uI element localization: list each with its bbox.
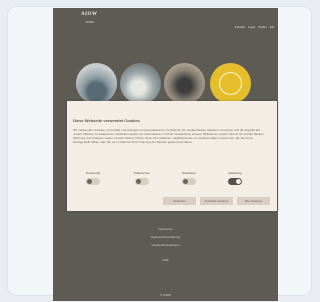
toggle-marketing: Marketing [220, 171, 250, 191]
toggle-marketing-switch[interactable] [228, 178, 242, 185]
cookie-consent-dialog: Diese Webseite verwendet Cookies Wir ver… [67, 101, 277, 211]
category-image-2[interactable] [120, 63, 161, 104]
decline-button[interactable]: Ablehnen [163, 197, 196, 205]
toggle-statistics-label: Statistiken [182, 171, 196, 175]
toggle-necessary: Notwendig [78, 171, 108, 191]
footer-link-privacy[interactable]: Datenschutzerklärung [53, 235, 278, 239]
cookie-dialog-text: Wir verwenden Cookies, um Inhalte und An… [73, 128, 265, 144]
allow-all-button[interactable]: Alle zulassen [237, 197, 270, 205]
footer-link-cookie-settings[interactable]: Cookie-Einstellungen [53, 243, 278, 247]
cookie-dialog-title: Diese Webseite verwendet Cookies [73, 118, 140, 123]
footer-link-terms[interactable]: AGB [53, 258, 278, 262]
allow-selection-button[interactable]: Auswahl erlauben [200, 197, 233, 205]
nav-language[interactable]: EN [270, 25, 274, 29]
toggle-preferences: Präferenzen [127, 171, 157, 191]
nav-search[interactable]: Suche [258, 25, 267, 29]
toggle-necessary-switch[interactable] [86, 178, 100, 185]
site-logo-subtitle: LIMBO [85, 20, 95, 24]
category-image-1[interactable] [76, 63, 117, 104]
nav-contact[interactable]: Kontakt [235, 25, 245, 29]
switch-knob [87, 179, 92, 184]
category-image-3[interactable] [164, 63, 205, 104]
toggle-statistics-switch[interactable] [182, 178, 196, 185]
toggle-preferences-switch[interactable] [135, 178, 149, 185]
toggle-marketing-label: Marketing [228, 171, 242, 175]
category-image-4[interactable] [210, 63, 251, 104]
toggle-preferences-label: Präferenzen [133, 171, 151, 175]
footer-copyright: © AIOW [160, 293, 171, 297]
switch-knob [183, 179, 188, 184]
switch-knob [136, 179, 141, 184]
toggle-necessary-label: Notwendig [85, 171, 101, 175]
site-logo[interactable]: AIOW [81, 12, 97, 17]
ring-icon [219, 72, 242, 95]
top-nav: Kontakt Login Suche EN [235, 25, 274, 29]
nav-login[interactable]: Login [248, 25, 255, 29]
toggle-statistics: Statistiken [174, 171, 204, 191]
switch-knob [236, 179, 241, 184]
footer-link-imprint[interactable]: Impressum [53, 227, 278, 231]
